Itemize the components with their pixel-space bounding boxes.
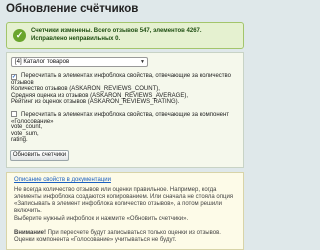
warning-label: Внимание! bbox=[14, 230, 46, 236]
info-paragraph: Не всегда количество отзывов или оценки … bbox=[14, 187, 234, 214]
vote-properties-list: vote_count, vote_sum, rating. bbox=[11, 124, 42, 144]
success-message: ✓ Счетчики изменены. Всего отзывов 547, … bbox=[6, 22, 244, 49]
catalog-select[interactable]: [4] Каталог товаров ▼ bbox=[11, 57, 148, 67]
update-counters-button[interactable]: Обновить счетчики bbox=[10, 150, 69, 161]
checkbox-reviews-label: Пересчитать в элементах инфоблока свойст… bbox=[11, 73, 231, 86]
warning-note: Внимание! При пересчете будут записывать… bbox=[14, 230, 238, 244]
checkbox-row-vote[interactable]: Пересчитать в элементах инфоблока свойст… bbox=[11, 111, 243, 126]
check-icon: ✓ bbox=[13, 29, 26, 42]
info-instruction: Выберите нужный инфоблок и нажмите «Обно… bbox=[14, 216, 189, 222]
documentation-link[interactable]: Описание свойств в документации bbox=[14, 177, 111, 183]
chevron-down-icon: ▼ bbox=[140, 59, 145, 65]
property-line: rating. bbox=[11, 137, 28, 143]
form-panel: [4] Каталог товаров ▼ ✓ Пересчитать в эле… bbox=[6, 52, 244, 168]
catalog-select-value: [4] Каталог товаров bbox=[15, 59, 70, 65]
checkbox-vote-label: Пересчитать в элементах инфоблока свойст… bbox=[11, 112, 230, 125]
property-line: vote_count, bbox=[11, 124, 43, 130]
checkbox-row-reviews[interactable]: ✓ Пересчитать в элементах инфоблока свойс… bbox=[11, 73, 243, 87]
property-line: Рейтинг из оценок отзывов (ASKARON_REVIE… bbox=[11, 99, 180, 105]
page-title: Обновление счётчиков bbox=[6, 3, 139, 15]
reviews-properties-list: Количество отзывов (ASKARON_REVIEWS_COUN… bbox=[11, 86, 188, 106]
checkbox-vote[interactable] bbox=[11, 111, 17, 117]
success-message-text: Счетчики изменены. Всего отзывов 547, эл… bbox=[31, 28, 202, 42]
warning-text: При пересчете будут записываться только … bbox=[14, 230, 221, 243]
info-panel: Описание свойств в документации Не всегд… bbox=[6, 172, 244, 250]
